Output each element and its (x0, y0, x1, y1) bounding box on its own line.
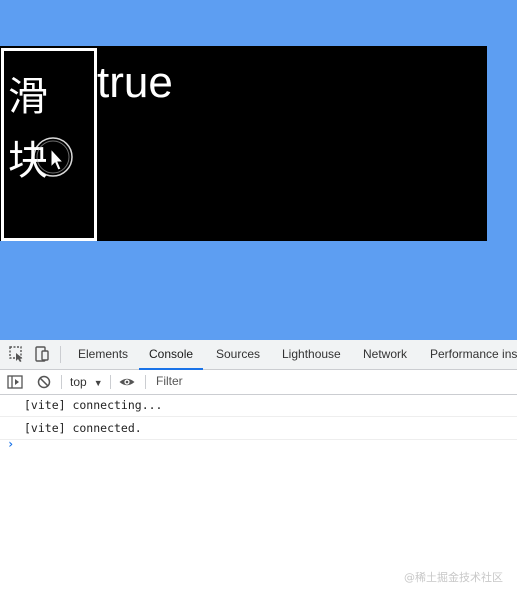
toolbar-separator (61, 375, 62, 389)
tab-sources[interactable]: Sources (216, 340, 260, 369)
toolbar-separator (145, 375, 146, 389)
console-message: [vite] connecting... (0, 394, 517, 417)
pointer-cursor-icon (33, 137, 73, 177)
devtools-panel: Elements Console Sources Lighthouse Netw… (0, 340, 517, 599)
console-filter-input[interactable] (153, 372, 517, 390)
show-sidebar-icon[interactable] (7, 373, 23, 391)
dropdown-caret-icon: ▼ (93, 378, 103, 388)
devtools-tabbar: Elements Console Sources Lighthouse Netw… (0, 340, 517, 370)
clear-console-icon[interactable] (36, 373, 52, 391)
console-message: [vite] connected. (0, 417, 517, 440)
console-message-text: [vite] connected. (24, 421, 142, 435)
tab-console[interactable]: Console (138, 340, 204, 370)
context-selector[interactable]: top ▼ (70, 370, 103, 394)
console-message-text: [vite] connecting... (24, 398, 163, 412)
watermark: @稀土掘金技术社区 (404, 571, 503, 584)
state-value-text: true (97, 58, 173, 107)
live-expression-icon[interactable] (118, 373, 136, 391)
tabbar-separator (60, 346, 61, 363)
context-value: top (70, 375, 87, 389)
browser-viewport: 滑块 true (0, 0, 517, 340)
device-toolbar-icon[interactable] (33, 345, 51, 363)
tab-performance-insights[interactable]: Performance insi (430, 340, 517, 369)
demo-stage: 滑块 true (0, 46, 487, 241)
slider-block[interactable]: 滑块 (1, 48, 97, 241)
console-prompt-icon[interactable]: › (7, 437, 14, 451)
inspect-element-icon[interactable] (8, 345, 26, 363)
tab-network[interactable]: Network (363, 340, 407, 369)
console-toolbar: top ▼ (0, 370, 517, 395)
tab-lighthouse[interactable]: Lighthouse (282, 340, 341, 369)
toolbar-separator (110, 375, 111, 389)
tab-elements[interactable]: Elements (78, 340, 128, 369)
